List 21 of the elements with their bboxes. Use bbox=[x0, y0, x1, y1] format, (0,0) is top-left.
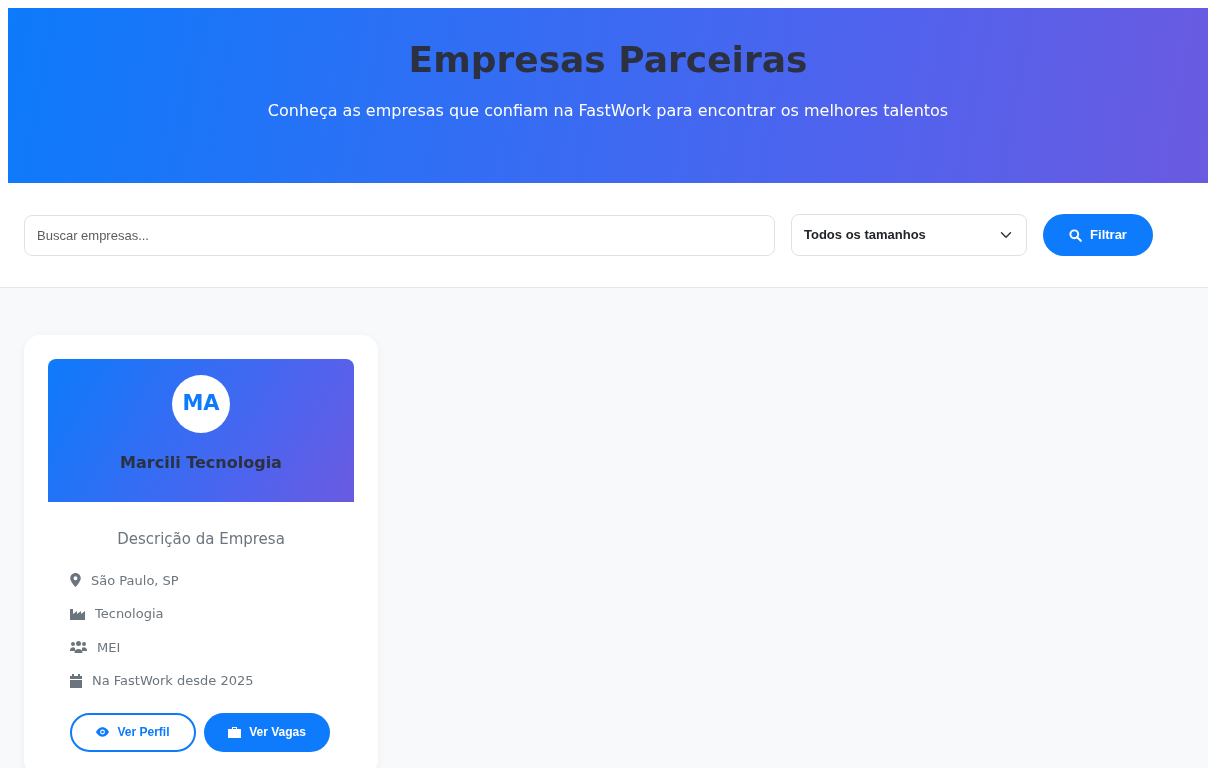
company-detail-text: MEI bbox=[97, 638, 121, 657]
company-avatar: MA bbox=[172, 375, 230, 433]
size-select[interactable]: Todos os tamanhos bbox=[791, 214, 1027, 256]
company-detail-text: Na FastWork desde 2025 bbox=[92, 672, 254, 690]
view-profile-button[interactable]: Ver Perfil bbox=[70, 712, 196, 752]
search-field[interactable]: Buscar empresas... bbox=[24, 214, 775, 256]
map-pin-icon bbox=[70, 573, 81, 588]
factory-icon bbox=[70, 607, 85, 620]
company-detail-text: São Paulo, SP bbox=[91, 571, 179, 590]
search-icon bbox=[1069, 228, 1083, 242]
company-detail-text: Tecnologia bbox=[95, 605, 164, 623]
filter-button[interactable]: Filtrar bbox=[1043, 214, 1153, 256]
page-title: Empresas Parceiras bbox=[407, 38, 809, 82]
calendar-icon bbox=[70, 673, 82, 688]
eye-icon bbox=[96, 727, 110, 737]
view-jobs-button[interactable]: Ver Vagas bbox=[204, 712, 330, 752]
company-description: Descrição da Empresa bbox=[116, 529, 286, 550]
page-subtitle: Conheça as empresas que confiam na FastWork para encontrar os melhores talentos bbox=[266, 100, 950, 123]
company-name: Marcili Tecnologia bbox=[120, 452, 282, 474]
briefcase-icon bbox=[228, 726, 242, 738]
people-icon bbox=[70, 641, 87, 654]
